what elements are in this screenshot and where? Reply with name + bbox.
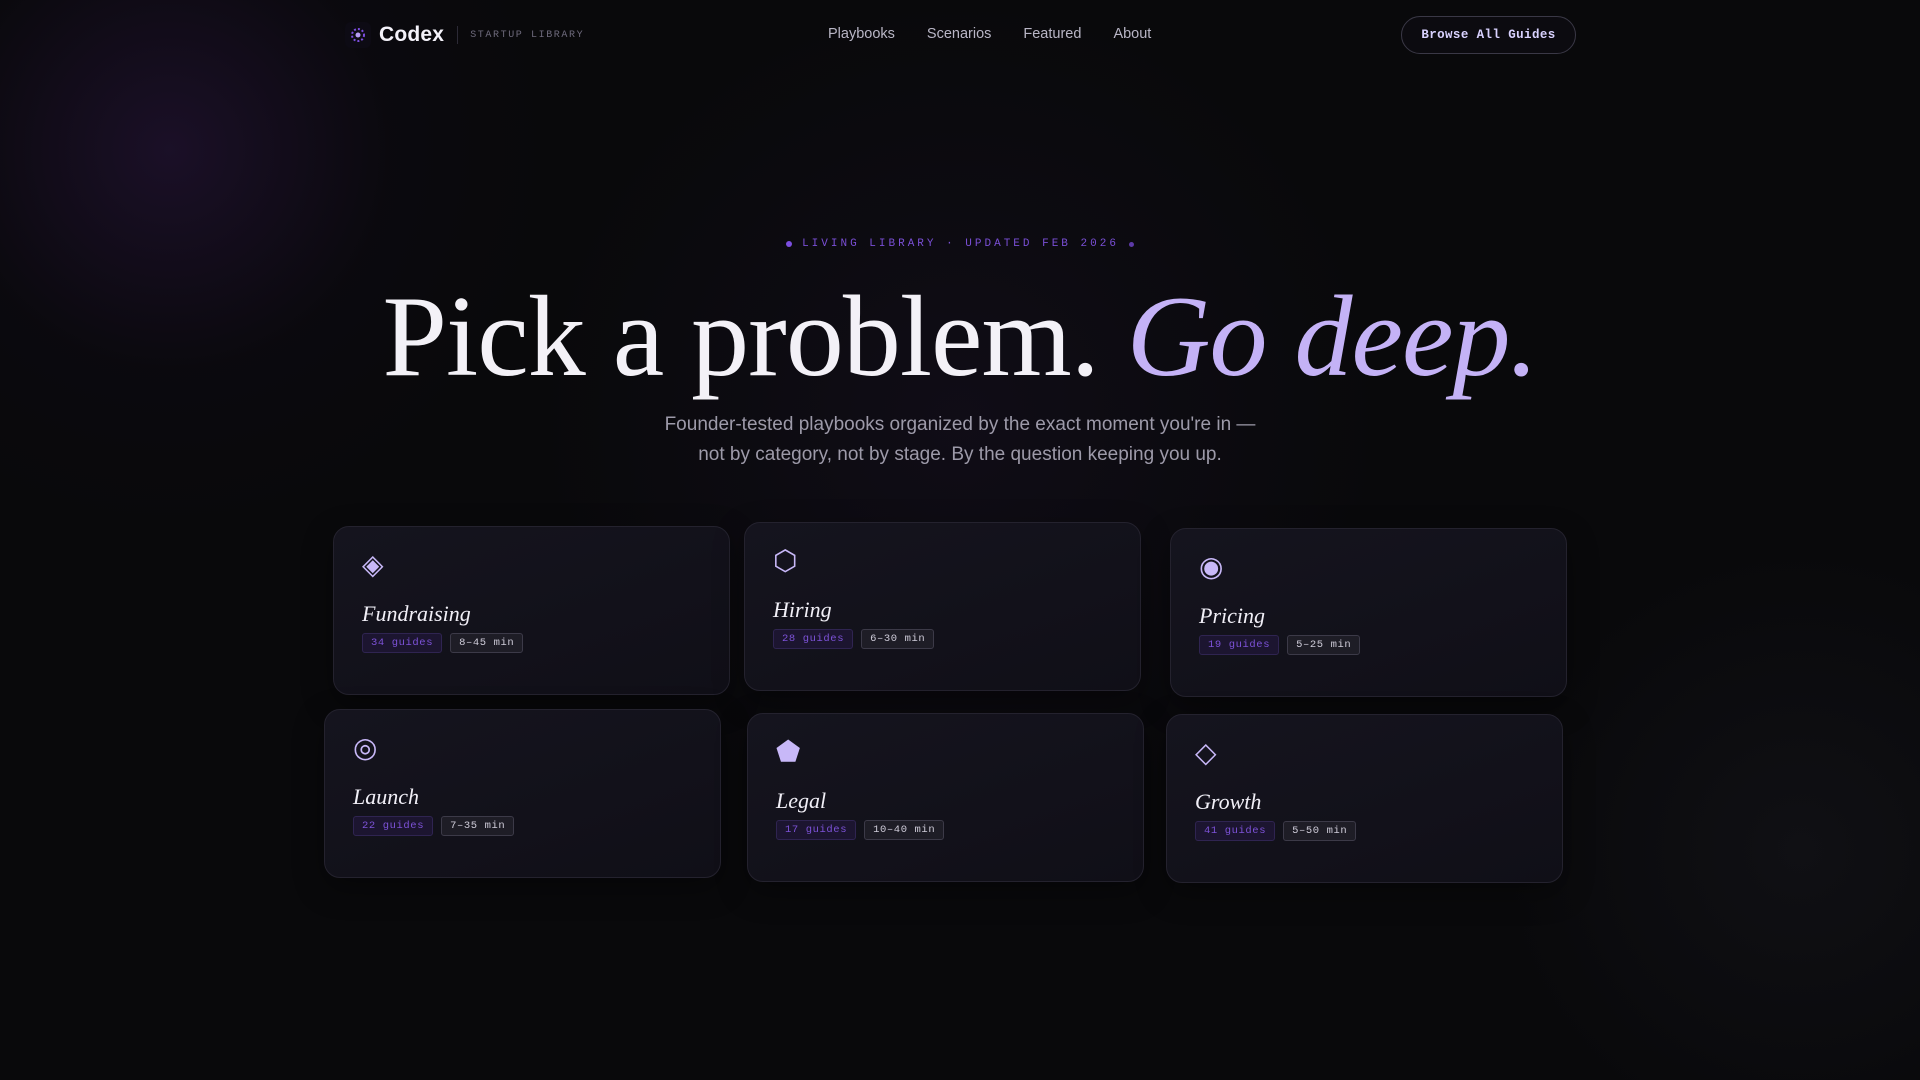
status-dot-icon [786, 241, 793, 247]
subtitle-line-1: Founder-tested playbooks organized by th… [664, 414, 1256, 435]
hexagon-icon: ⬡ [773, 544, 798, 577]
brand-divider [457, 26, 459, 44]
nav-link-featured[interactable]: Featured [1023, 26, 1081, 42]
card-launch[interactable]: ◎ Launch 22 guides 7–35 min [324, 709, 721, 878]
card-title: Launch [353, 784, 419, 809]
brand[interactable]: Codex STARTUP LIBRARY [345, 20, 584, 50]
headline-main: Pick a problem. [382, 273, 1099, 401]
read-time-badge: 6–30 min [861, 629, 935, 649]
browse-all-guides-button[interactable]: Browse All Guides [1401, 16, 1576, 54]
eyebrow-text: LIVING LIBRARY · UPDATED FEB 2026 [802, 238, 1119, 250]
hero-eyebrow: LIVING LIBRARY · UPDATED FEB 2026 [0, 238, 1920, 250]
card-title: Growth [1195, 789, 1262, 814]
guides-count-badge: 19 guides [1199, 635, 1280, 655]
bullseye-icon: ◎ [353, 731, 378, 764]
read-time-badge: 7–35 min [441, 816, 515, 836]
card-title: Pricing [1199, 603, 1265, 628]
target-circle-icon: ◉ [1199, 550, 1224, 583]
read-time-badge: 10–40 min [864, 820, 945, 840]
guides-count-badge: 41 guides [1195, 821, 1276, 841]
subtitle-line-2: not by category, not by stage. By the qu… [698, 444, 1222, 465]
card-meta: 28 guides 6–30 min [773, 629, 942, 649]
headline-accent: Go deep. [1126, 273, 1539, 401]
diamond-outline-icon: ◇ [1195, 736, 1217, 769]
card-hiring[interactable]: ⬡ Hiring 28 guides 6–30 min [744, 522, 1141, 691]
top-nav: Codex STARTUP LIBRARY Playbooks Scenario… [0, 0, 1920, 70]
logo-icon [345, 22, 371, 48]
hero-headline: Pick a problem. Go deep. [0, 272, 1920, 402]
card-meta: 22 guides 7–35 min [353, 816, 522, 836]
guides-count-badge: 17 guides [776, 820, 857, 840]
card-title: Hiring [773, 597, 832, 622]
card-growth[interactable]: ◇ Growth 41 guides 5–50 min [1166, 714, 1563, 883]
nav-link-about[interactable]: About [1113, 26, 1151, 42]
nav-links: Playbooks Scenarios Featured About [828, 26, 1183, 42]
guides-count-badge: 34 guides [362, 633, 443, 653]
status-dot-icon [1128, 241, 1134, 247]
card-meta: 41 guides 5–50 min [1195, 821, 1364, 841]
page: Codex STARTUP LIBRARY Playbooks Scenario… [0, 0, 1920, 1080]
card-pricing[interactable]: ◉ Pricing 19 guides 5–25 min [1170, 528, 1567, 697]
card-title: Legal [776, 788, 827, 813]
card-title: Fundraising [362, 601, 471, 626]
guides-count-badge: 22 guides [353, 816, 434, 836]
card-meta: 34 guides 8–45 min [362, 633, 531, 653]
hero-subtitle: Founder-tested playbooks organized by th… [0, 410, 1920, 470]
card-legal[interactable]: ⬟ Legal 17 guides 10–40 min [747, 713, 1144, 882]
brand-name: Codex [379, 23, 445, 46]
read-time-badge: 5–25 min [1287, 635, 1361, 655]
read-time-badge: 5–50 min [1283, 821, 1357, 841]
card-meta: 17 guides 10–40 min [776, 820, 952, 840]
nav-link-playbooks[interactable]: Playbooks [828, 26, 895, 42]
guides-count-badge: 28 guides [773, 629, 854, 649]
pentagon-icon: ⬟ [776, 735, 801, 768]
card-meta: 19 guides 5–25 min [1199, 635, 1368, 655]
read-time-badge: 8–45 min [450, 633, 524, 653]
brand-tagline: STARTUP LIBRARY [470, 29, 585, 41]
card-fundraising[interactable]: ◈ Fundraising 34 guides 8–45 min [333, 526, 730, 695]
diamond-filled-icon: ◈ [362, 548, 384, 581]
nav-link-scenarios[interactable]: Scenarios [927, 26, 991, 42]
